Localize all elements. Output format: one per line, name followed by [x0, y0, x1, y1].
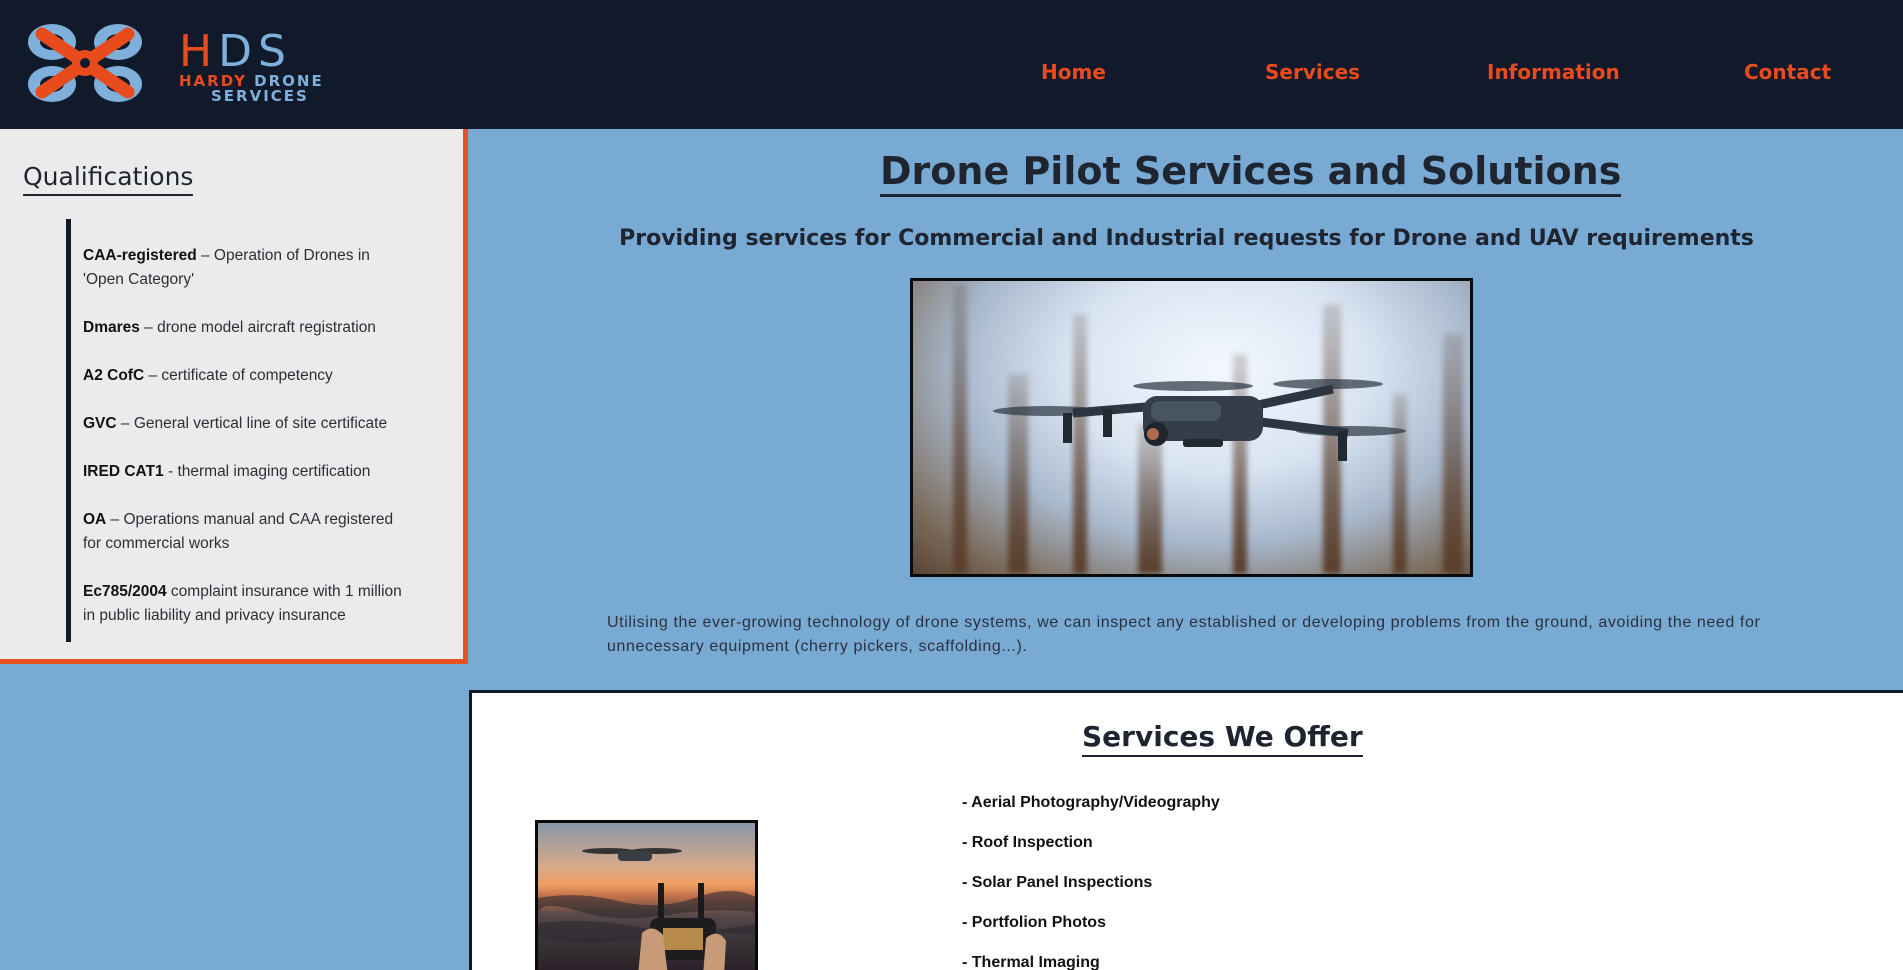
- service-item: - Aerial Photography/Videography: [962, 794, 1220, 811]
- drone-logo-icon: [28, 24, 142, 102]
- nav-home[interactable]: Home: [1041, 60, 1106, 84]
- qualification-item: OA – Operations manual and CAA registere…: [83, 511, 394, 552]
- nav-services[interactable]: Services: [1265, 60, 1360, 84]
- logo-letters: HDS: [179, 26, 292, 77]
- nav-information[interactable]: Information: [1487, 60, 1620, 84]
- qualification-item: GVC – General vertical line of site cert…: [83, 415, 388, 432]
- site-header: HDS HARDY DRONE SERVICES Home Services I…: [0, 0, 1903, 129]
- nav-contact[interactable]: Contact: [1744, 60, 1831, 84]
- logo-wordmark: HDS HARDY DRONE SERVICES: [179, 30, 324, 104]
- services-section: Services We Offer - Aerial Photography/V…: [469, 690, 1903, 970]
- services-title: Services We Offer: [1082, 719, 1363, 757]
- service-item: - Portfolion Photos: [962, 914, 1106, 931]
- qualifications-list: CAA-registered – Operation of Drones in …: [66, 219, 426, 642]
- service-item: - Thermal Imaging: [962, 954, 1100, 970]
- qualification-item: Dmares – drone model aircraft registrati…: [83, 319, 376, 336]
- qualification-item: A2 CofC – certificate of competency: [83, 367, 333, 384]
- qualifications-title: Qualifications: [23, 161, 194, 196]
- page-subtitle: Providing services for Commercial and In…: [619, 226, 1754, 251]
- hds-logo[interactable]: HDS HARDY DRONE SERVICES: [24, 22, 344, 104]
- qualification-item: IRED CAT1 - thermal imaging certificatio…: [83, 463, 371, 480]
- services-list: - Aerial Photography/Videography - Roof …: [962, 793, 1220, 970]
- qualification-item: CAA-registered – Operation of Drones in …: [83, 247, 370, 288]
- service-item: - Solar Panel Inspections: [962, 874, 1153, 891]
- intro-paragraph: Utilising the ever-growing technology of…: [607, 614, 1761, 655]
- drone-icon: [993, 379, 1406, 461]
- qualification-item: Ec785/2004 complaint insurance with 1 mi…: [83, 583, 402, 624]
- hero-drone-image: [910, 278, 1473, 577]
- drone-controller-icon: [538, 848, 755, 970]
- service-item: - Roof Inspection: [962, 834, 1093, 851]
- services-drone-controller-image: [535, 820, 758, 970]
- qualifications-panel: Qualifications CAA-registered – Operatio…: [0, 129, 468, 664]
- page-title: Drone Pilot Services and Solutions: [880, 148, 1622, 197]
- logo-line-2: SERVICES: [211, 87, 309, 105]
